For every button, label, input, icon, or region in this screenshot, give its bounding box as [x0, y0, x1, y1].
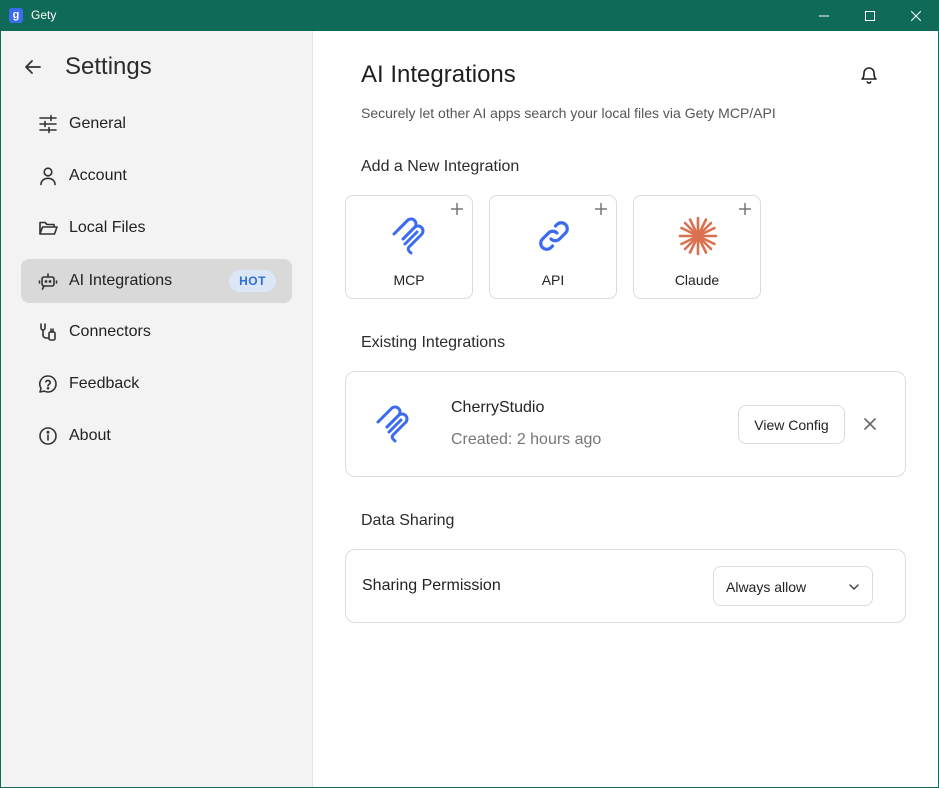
sidebar-item-ai-integrations[interactable]: AI Integrations HOT	[21, 259, 292, 303]
hot-badge: HOT	[229, 270, 276, 292]
plus-icon	[739, 203, 751, 215]
sidebar-item-account[interactable]: Account	[21, 154, 292, 198]
card-label: MCP	[393, 272, 425, 288]
main-panel: AI Integrations Securely let other AI ap…	[313, 31, 938, 787]
sidebar-item-label: Connectors	[69, 323, 151, 340]
sharing-permission-select[interactable]: Always allow	[713, 566, 873, 606]
sliders-icon	[37, 113, 59, 135]
sidebar-item-general[interactable]: General	[21, 102, 292, 146]
app-title: Gety	[31, 8, 57, 22]
app-logo-glyph: g	[12, 9, 20, 21]
connectors-icon	[37, 321, 59, 343]
message-question-icon	[37, 373, 59, 395]
back-button[interactable]	[21, 55, 45, 79]
notifications-button[interactable]	[857, 63, 881, 87]
title-bar: g Gety	[0, 0, 939, 31]
integration-name: CherryStudio	[451, 399, 545, 416]
user-icon	[37, 165, 59, 187]
close-window-button[interactable]	[893, 0, 939, 31]
sidebar-item-local-files[interactable]: Local Files	[21, 206, 292, 250]
card-label: API	[541, 272, 565, 288]
sidebar-item-about[interactable]: About	[21, 414, 292, 458]
add-claude-card[interactable]: Claude	[633, 195, 761, 299]
arrow-left-icon	[25, 60, 41, 74]
plus-icon	[451, 203, 463, 215]
minimize-button[interactable]	[801, 0, 847, 31]
sharing-permission-row: Sharing Permission Always allow	[345, 549, 906, 623]
sidebar-item-connectors[interactable]: Connectors	[21, 310, 292, 354]
app-window: Settings General Account Local Files AI …	[1, 31, 938, 787]
add-api-card[interactable]: API	[489, 195, 617, 299]
sidebar-item-label: AI Integrations	[69, 272, 173, 289]
maximize-button[interactable]	[847, 0, 893, 31]
add-integration-heading: Add a New Integration	[361, 158, 520, 175]
mcp-icon	[372, 402, 416, 446]
sidebar-item-label: General	[69, 115, 126, 132]
page-title: AI Integrations	[361, 61, 516, 88]
folder-open-icon	[37, 217, 59, 239]
page-subtitle: Securely let other AI apps search your l…	[361, 105, 776, 121]
integration-created: Created: 2 hours ago	[451, 431, 602, 448]
sharing-permission-label: Sharing Permission	[362, 577, 501, 594]
card-label: Claude	[674, 272, 720, 288]
sidebar-item-label: Account	[69, 167, 127, 184]
app-logo-icon: g	[9, 8, 23, 23]
view-config-button[interactable]: View Config	[738, 405, 845, 444]
sidebar-item-feedback[interactable]: Feedback	[21, 362, 292, 406]
close-icon	[864, 418, 876, 430]
select-value: Always allow	[726, 579, 807, 595]
existing-integrations-heading: Existing Integrations	[361, 334, 506, 351]
sidebar-item-label: About	[69, 427, 111, 444]
mcp-icon	[390, 216, 430, 256]
chevron-down-icon	[849, 584, 859, 590]
bell-icon	[861, 67, 877, 84]
bot-icon	[37, 270, 59, 292]
link-icon	[534, 216, 574, 256]
plus-icon	[595, 203, 607, 215]
integration-item: CherryStudio Created: 2 hours ago View C…	[345, 371, 906, 477]
sidebar-item-label: Feedback	[69, 375, 140, 392]
add-mcp-card[interactable]: MCP	[345, 195, 473, 299]
remove-integration-button[interactable]	[860, 414, 880, 434]
sidebar: Settings General Account Local Files AI …	[1, 31, 313, 787]
info-icon	[37, 425, 59, 447]
data-sharing-heading: Data Sharing	[361, 512, 455, 529]
sidebar-title: Settings	[65, 53, 152, 80]
sidebar-item-label: Local Files	[69, 219, 146, 236]
claude-starburst-icon	[678, 216, 718, 256]
